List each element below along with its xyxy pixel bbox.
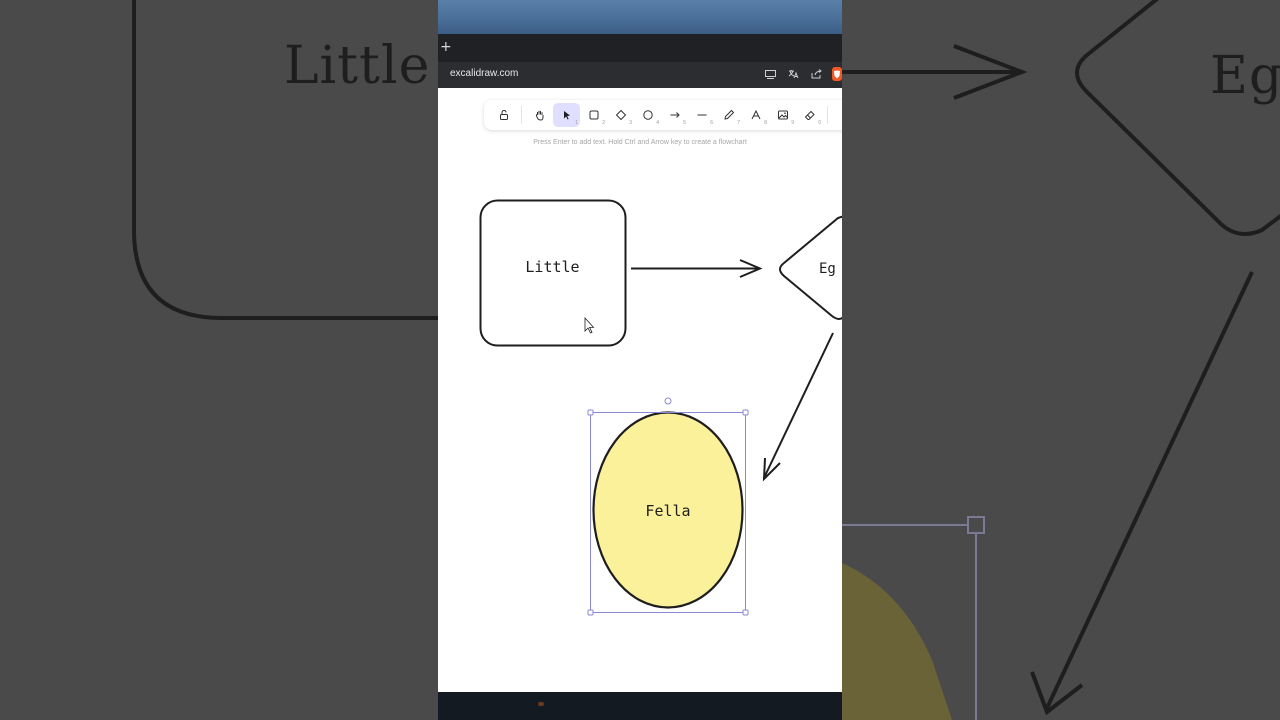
address-bar[interactable]: excalidraw.com [438, 62, 842, 88]
bottom-video-strip [438, 692, 842, 720]
ambient-light [538, 702, 544, 706]
right-backdrop-text: Eg [1210, 46, 1280, 106]
right-backdrop-drawing [842, 0, 1280, 720]
rotate-handle[interactable] [664, 397, 672, 405]
diamond-label: Eg [819, 261, 836, 277]
arrow-connector-down[interactable] [763, 332, 834, 479]
ellipse-label: Fella [645, 502, 691, 520]
address-bar-actions [763, 67, 842, 81]
left-backdrop-drawing [132, 0, 438, 320]
rectangle-label: Little [525, 258, 580, 276]
resize-handle-se[interactable] [742, 609, 749, 616]
excalidraw-canvas[interactable]: 1 2 3 4 5 6 7 8 9 0 Press Enter to add t… [438, 88, 842, 692]
phone-screen: + excalidraw.com 1 2 3 4 5 6 7 8 9 0 Pre… [438, 0, 842, 720]
tab-bar: + [438, 34, 842, 63]
mouse-cursor-icon [584, 316, 595, 334]
left-backdrop-text: Little [284, 36, 431, 96]
wallpaper [438, 0, 842, 34]
url-text[interactable]: excalidraw.com [450, 68, 518, 79]
drawing-layer [479, 199, 842, 616]
cast-icon[interactable] [763, 67, 777, 81]
resize-handle-nw[interactable] [587, 409, 594, 416]
resize-handle-sw[interactable] [587, 609, 594, 616]
share-icon[interactable] [809, 67, 823, 81]
translate-icon[interactable] [786, 67, 800, 81]
new-tab-button[interactable]: + [440, 39, 452, 55]
brave-shield-icon[interactable] [832, 67, 842, 81]
resize-handle-ne[interactable] [742, 409, 749, 416]
left-backdrop: Little [0, 0, 438, 720]
right-backdrop: Eg [842, 0, 1280, 720]
